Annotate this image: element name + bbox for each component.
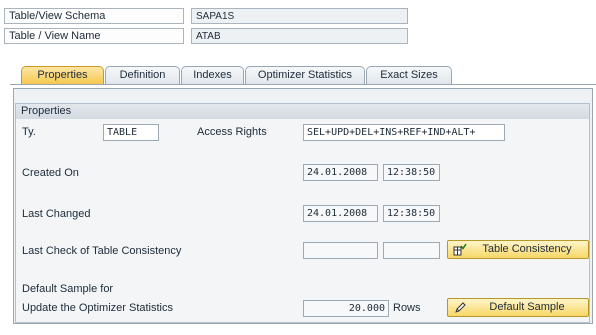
last-check-label: Last Check of Table Consistency — [22, 245, 182, 257]
properties-group-title: Properties — [16, 104, 589, 119]
last-check-date-field[interactable] — [303, 242, 378, 259]
created-on-date-field[interactable]: 24.01.2008 — [303, 164, 378, 181]
last-check-time-field[interactable] — [383, 242, 440, 259]
access-rights-field[interactable]: SEL+UPD+DEL+INS+REF+IND+ALT+ — [303, 124, 505, 141]
tabstrip-divider — [10, 84, 596, 85]
tab-indexes[interactable]: Indexes — [181, 66, 244, 85]
default-sample-label-line1: Default Sample for — [22, 283, 114, 295]
schema-label: Table/View Schema — [4, 8, 184, 24]
table-name-field[interactable]: ATAB — [191, 28, 408, 44]
type-label: Ty. — [22, 126, 36, 138]
last-changed-date-field[interactable]: 24.01.2008 — [303, 205, 378, 222]
last-changed-time-field[interactable]: 12:38:50 — [383, 205, 440, 222]
tab-exact-sizes[interactable]: Exact Sizes — [366, 66, 452, 85]
table-check-icon — [453, 243, 467, 256]
access-rights-label: Access Rights — [197, 126, 267, 138]
tab-optimizer-statistics[interactable]: Optimizer Statistics — [245, 66, 365, 85]
last-changed-label: Last Changed — [22, 208, 91, 220]
type-field[interactable]: TABLE — [103, 124, 159, 141]
table-consistency-button[interactable]: Table Consistency — [447, 240, 589, 259]
pencil-icon — [455, 302, 466, 313]
tab-definition[interactable]: Definition — [105, 66, 180, 85]
created-on-time-field[interactable]: 12:38:50 — [383, 164, 440, 181]
created-on-label: Created On — [22, 167, 79, 179]
table-name-label: Table / View Name — [4, 28, 184, 44]
rows-label: Rows — [393, 302, 421, 314]
default-sample-button-label: Default Sample — [489, 301, 565, 313]
tab-properties[interactable]: Properties — [21, 66, 104, 85]
schema-field[interactable]: SAPA1S — [191, 8, 408, 24]
table-consistency-button-label: Table Consistency — [482, 243, 572, 255]
sample-rows-field[interactable]: 20.000 — [303, 300, 389, 317]
default-sample-button[interactable]: Default Sample — [447, 298, 589, 317]
default-sample-label-line2: Update the Optimizer Statistics — [22, 302, 174, 314]
